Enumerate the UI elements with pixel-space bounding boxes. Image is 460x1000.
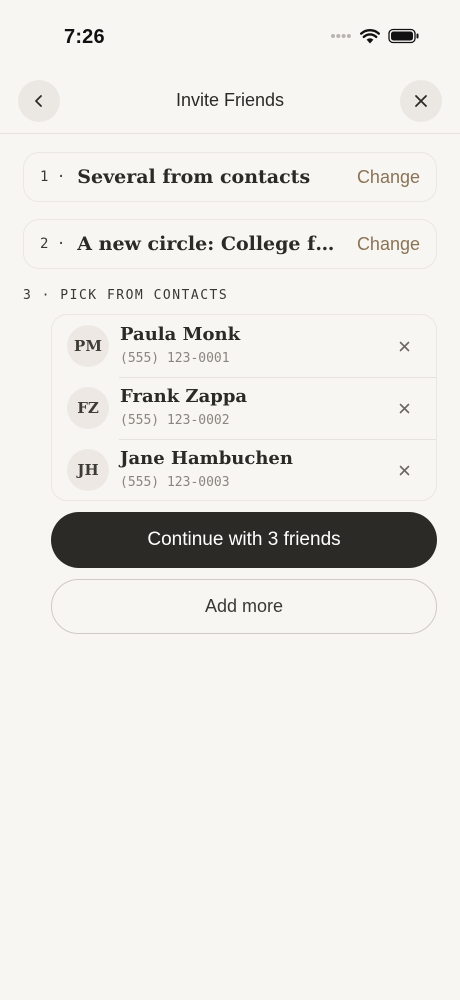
contact-list: PM Paula Monk (555) 123-0001 FZ Frank Za… xyxy=(51,314,437,501)
contact-row: FZ Frank Zappa (555) 123-0002 xyxy=(52,377,436,439)
add-more-button[interactable]: Add more xyxy=(51,579,437,634)
contact-name: Frank Zappa xyxy=(120,386,248,407)
avatar: JH xyxy=(67,449,109,491)
signal-dots-icon xyxy=(331,34,351,38)
change-step-1-link[interactable]: Change xyxy=(357,167,420,188)
step-title: Several from contacts xyxy=(77,166,311,188)
status-time: 7:26 xyxy=(64,26,105,48)
change-step-2-link[interactable]: Change xyxy=(357,234,420,255)
close-icon xyxy=(415,95,427,107)
contact-phone: (555) 123-0001 xyxy=(120,351,230,366)
wifi-icon xyxy=(360,29,380,44)
step-number: 2 · xyxy=(40,236,66,252)
contact-phone: (555) 123-0002 xyxy=(120,413,230,428)
close-button[interactable] xyxy=(400,80,442,122)
continue-button[interactable]: Continue with 3 friends xyxy=(51,512,437,568)
remove-contact-button[interactable] xyxy=(394,336,414,356)
battery-icon xyxy=(388,28,419,44)
remove-contact-button[interactable] xyxy=(394,398,414,418)
step-card-2: 2 · A new circle: College frie... Change xyxy=(23,219,437,269)
contact-phone: (555) 123-0003 xyxy=(120,475,230,490)
contact-row: PM Paula Monk (555) 123-0001 xyxy=(52,315,436,377)
close-icon xyxy=(399,403,409,413)
status-bar: 7:26 xyxy=(0,0,460,70)
avatar: FZ xyxy=(67,387,109,429)
contact-name: Paula Monk xyxy=(120,324,241,345)
step-number: 1 · xyxy=(40,169,66,185)
status-icons xyxy=(330,28,420,44)
contact-row: JH Jane Hambuchen (555) 123-0003 xyxy=(52,439,436,500)
section-label: 3 · PICK FROM CONTACTS xyxy=(23,288,229,303)
close-icon xyxy=(399,465,409,475)
step-card-1: 1 · Several from contacts Change xyxy=(23,152,437,202)
page-title: Invite Friends xyxy=(175,90,285,110)
nav-bar: Invite Friends xyxy=(0,80,460,134)
close-icon xyxy=(399,341,409,351)
remove-contact-button[interactable] xyxy=(394,460,414,480)
step-title: A new circle: College frie... xyxy=(77,233,357,255)
contact-name: Jane Hambuchen xyxy=(120,448,293,469)
avatar: PM xyxy=(67,325,109,367)
